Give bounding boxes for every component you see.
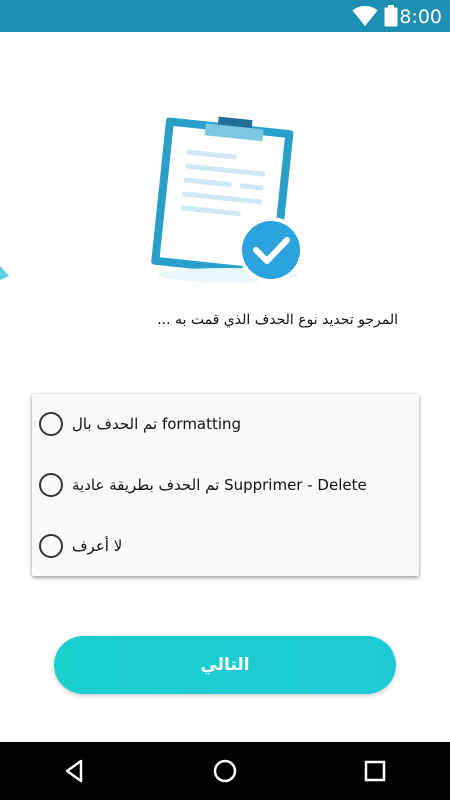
option-delete[interactable]: تم الحدف بطريقة عادية Supprimer - Delete (32, 455, 419, 515)
back-icon[interactable] (59, 756, 89, 786)
next-button[interactable]: التالي (54, 636, 396, 694)
option-label: تم الحدف بال formatting (72, 415, 242, 433)
radio-button[interactable] (39, 534, 63, 558)
check-circle-icon (238, 217, 304, 283)
battery-icon (384, 5, 398, 27)
recents-icon[interactable] (360, 756, 390, 786)
option-label: تم الحدف بطريقة عادية Supprimer - Delete (72, 476, 367, 494)
home-icon[interactable] (210, 756, 240, 786)
navigation-bar (0, 742, 450, 800)
option-dont-know[interactable]: لا أعرف (32, 516, 419, 576)
question-prompt: المرجو تحديد نوع الحدف الذي قمت به ... (157, 312, 398, 328)
status-bar: 8:00 (0, 0, 450, 32)
options-card: تم الحدف بال formatting تم الحدف بطريقة … (32, 394, 419, 576)
clipboard-check-illustration (151, 116, 304, 283)
radio-button[interactable] (39, 473, 63, 497)
decorative-shape (0, 266, 9, 280)
option-label: لا أعرف (72, 537, 123, 555)
wifi-icon (352, 6, 378, 26)
status-time: 8:00 (399, 6, 442, 28)
radio-button[interactable] (39, 412, 63, 436)
option-formatting[interactable]: تم الحدف بال formatting (32, 394, 419, 454)
